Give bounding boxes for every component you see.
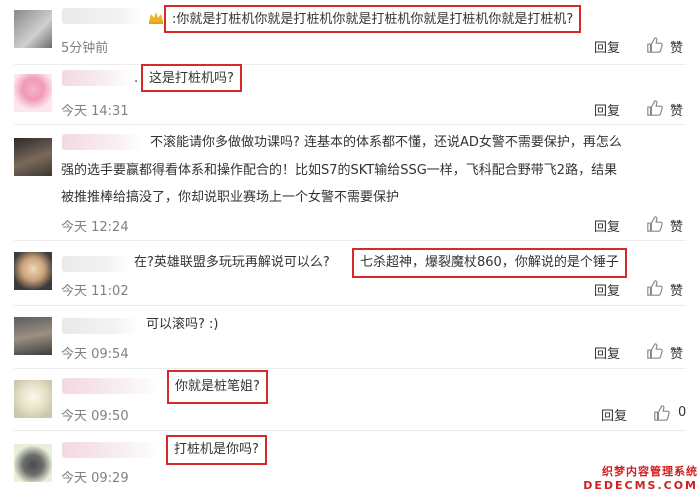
avatar[interactable] — [14, 252, 52, 290]
site-watermark: 织梦内容管理系统 DEDECMS.COM — [583, 465, 698, 493]
comment-item: 你就是桩笔姐? 今天 09:50 回复 0 — [0, 368, 700, 428]
username-blurred[interactable] — [62, 256, 128, 272]
like-button[interactable]: 赞 — [670, 100, 683, 119]
reply-button[interactable]: 回复 — [594, 343, 620, 362]
comment-item: 不滚能请你多做做功课吗? 连基本的体系都不懂，还说AD女警不需要保护，再怎么 强… — [0, 124, 700, 236]
thumb-up-icon[interactable] — [646, 99, 664, 117]
thumb-up-icon[interactable] — [653, 404, 671, 422]
comment-time: 5分钟前 — [61, 41, 109, 56]
reply-button[interactable]: 回复 — [594, 100, 620, 119]
comment-text-line: 强的选手要赢都得看体系和操作配合的！比如S7的SKT输给SSG一样，飞科配合野带… — [61, 163, 618, 178]
comment-time: 今天 09:54 — [61, 347, 129, 362]
username-blurred[interactable] — [62, 318, 138, 334]
thumb-up-icon[interactable] — [646, 215, 664, 233]
username-blurred[interactable] — [62, 70, 132, 86]
username-blurred[interactable] — [62, 8, 144, 24]
avatar[interactable] — [14, 380, 52, 418]
comment-item: :你就是打桩机你就是打桩机你就是打桩机你就是打桩机你就是打桩机? 5分钟前 回复… — [0, 0, 700, 64]
avatar[interactable] — [14, 317, 52, 355]
highlighted-comment-text: 这是打桩机吗? — [141, 64, 242, 92]
comment-item: . 这是打桩机吗? 今天 14:31 回复 赞 — [0, 64, 700, 124]
reply-button[interactable]: 回复 — [594, 216, 620, 235]
like-button[interactable]: 赞 — [670, 216, 683, 235]
vip-badge-icon — [149, 12, 163, 24]
comment-text-line: 被推推棒给搞没了，你却说职业赛场上一个女警不需要保护 — [61, 190, 400, 205]
like-button[interactable]: 赞 — [670, 37, 683, 56]
comment-text: 在?英雄联盟多玩玩再解说可以么? — [134, 255, 330, 270]
like-count: 0 — [678, 405, 687, 420]
comment-time: 今天 11:02 — [61, 284, 129, 299]
watermark-line-1: 织梦内容管理系统 — [602, 465, 698, 478]
reply-button[interactable]: 回复 — [594, 280, 620, 299]
comment-item: 可以滚吗? :) 今天 09:54 回复 赞 — [0, 305, 700, 365]
like-button[interactable]: 赞 — [670, 343, 683, 362]
username-blurred[interactable] — [62, 378, 160, 394]
comment-time: 今天 12:24 — [61, 220, 129, 235]
thumb-up-icon[interactable] — [646, 279, 664, 297]
username-blurred[interactable] — [62, 134, 144, 150]
watermark-line-2: DEDECMS.COM — [583, 479, 698, 492]
comment-text: 可以滚吗? :) — [146, 317, 219, 332]
thumb-up-icon[interactable] — [646, 342, 664, 360]
highlighted-comment-text: 你就是桩笔姐? — [167, 370, 268, 404]
highlighted-comment-text: :你就是打桩机你就是打桩机你就是打桩机你就是打桩机你就是打桩机? — [164, 5, 582, 33]
comment-time: 今天 09:29 — [61, 471, 129, 486]
thumb-up-icon[interactable] — [646, 36, 664, 54]
comment-time: 今天 14:31 — [61, 104, 129, 119]
highlighted-comment-text: 七杀超神，爆裂魔杖860，你解说的是个锤子 — [352, 248, 627, 278]
avatar[interactable] — [14, 138, 52, 176]
comment-text: . — [134, 71, 139, 86]
comment-text-line: 不滚能请你多做做功课吗? 连基本的体系都不懂，还说AD女警不需要保护，再怎么 — [150, 135, 622, 150]
avatar[interactable] — [14, 74, 52, 112]
highlighted-comment-text: 打桩机是你吗? — [166, 435, 267, 465]
avatar[interactable] — [14, 444, 52, 482]
like-button[interactable]: 赞 — [670, 280, 683, 299]
comment-time: 今天 09:50 — [61, 409, 129, 424]
username-blurred[interactable] — [62, 442, 160, 458]
reply-button[interactable]: 回复 — [594, 37, 620, 56]
avatar[interactable] — [14, 10, 52, 48]
reply-button[interactable]: 回复 — [601, 405, 627, 424]
comment-item: 在?英雄联盟多玩玩再解说可以么? 七杀超神，爆裂魔杖860，你解说的是个锤子 今… — [0, 240, 700, 302]
